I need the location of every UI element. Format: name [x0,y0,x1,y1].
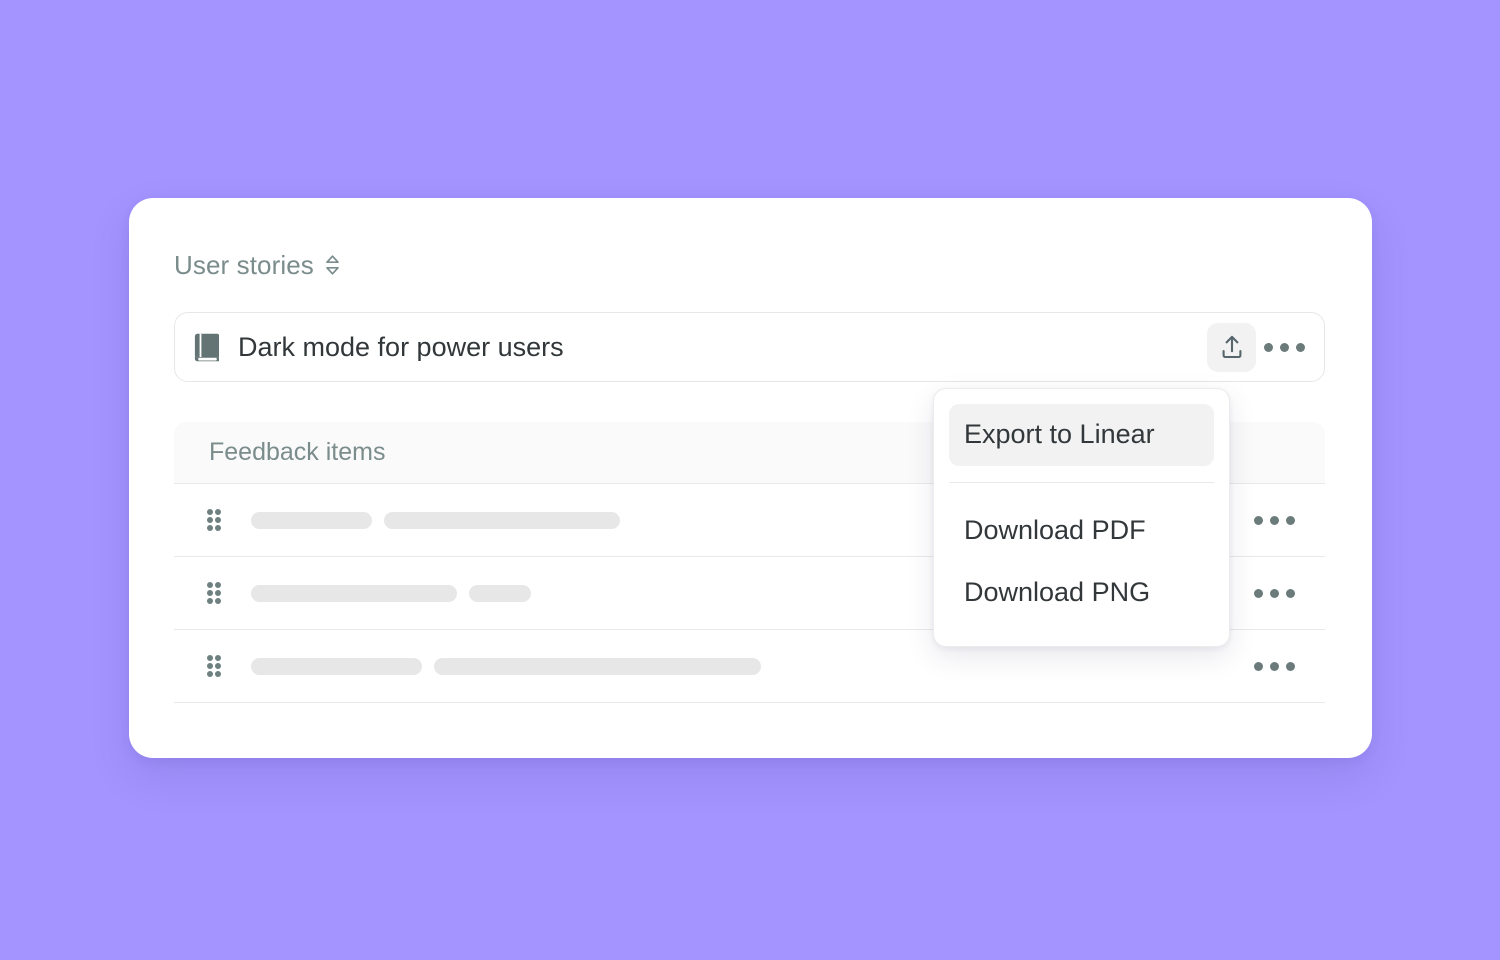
row-more-button[interactable] [1239,573,1295,613]
skeleton-bar [251,584,457,602]
drag-dot [207,590,213,596]
menu-item-export-to-linear[interactable]: Export to Linear [949,404,1214,466]
drag-dot [215,671,221,677]
drag-dot [207,663,213,669]
drag-dot [207,655,213,661]
drag-dot [207,509,213,515]
menu-divider [949,482,1214,483]
drag-dot [207,517,213,523]
export-button[interactable] [1207,322,1256,372]
row-more-button[interactable] [1239,500,1295,540]
row-more-button[interactable] [1239,646,1295,686]
drag-dot [207,582,213,588]
section-label-user-stories[interactable]: User stories [174,252,340,278]
screen: User stories Dark mode for power users F… [0,0,1500,960]
book-icon [194,333,219,361]
skeleton-bar [251,511,372,529]
skeleton-bar [384,511,620,529]
drag-dot [207,525,213,531]
drag-dot [215,582,221,588]
story-more-button[interactable] [1256,323,1312,372]
section-label-text: User stories [174,250,314,280]
ellipsis-dot [1286,515,1295,525]
ellipsis-dot [1270,661,1279,671]
skeleton-bar [469,584,531,602]
drag-handle-icon[interactable] [207,655,221,677]
drag-dot [207,598,213,604]
ellipsis-dot [1295,342,1305,352]
drag-dot [215,655,221,661]
ellipsis-dot [1286,588,1295,598]
export-dropdown-menu: Export to Linear Download PDF Download PNG [933,388,1230,647]
ellipsis-dot [1270,515,1279,525]
skeleton-bar [434,657,761,675]
drag-dot [215,525,221,531]
story-title-row[interactable]: Dark mode for power users [174,312,1325,382]
skeleton-bar [251,657,422,675]
drag-handle-icon[interactable] [207,582,221,604]
ellipsis-dot [1254,661,1263,671]
ellipsis-dot [1286,661,1295,671]
drag-dot [207,671,213,677]
table-header-label: Feedback items [209,438,386,466]
menu-item-download-pdf[interactable]: Download PDF [949,500,1214,562]
drag-dot [215,517,221,523]
story-title-text: Dark mode for power users [238,333,564,361]
drag-handle-icon[interactable] [207,509,221,531]
drag-dot [215,509,221,515]
drag-dot [215,598,221,604]
ellipsis-dot [1279,342,1289,352]
drag-dot [215,663,221,669]
ellipsis-dot [1254,515,1263,525]
ellipsis-dot [1263,342,1273,352]
row-placeholder-bars [251,657,1239,675]
ellipsis-dot [1254,588,1263,598]
drag-dot [215,590,221,596]
ellipsis-dot [1270,588,1279,598]
chevron-up-down-icon [326,255,339,275]
menu-item-download-png[interactable]: Download PNG [949,562,1214,624]
upload-icon [1222,335,1241,359]
